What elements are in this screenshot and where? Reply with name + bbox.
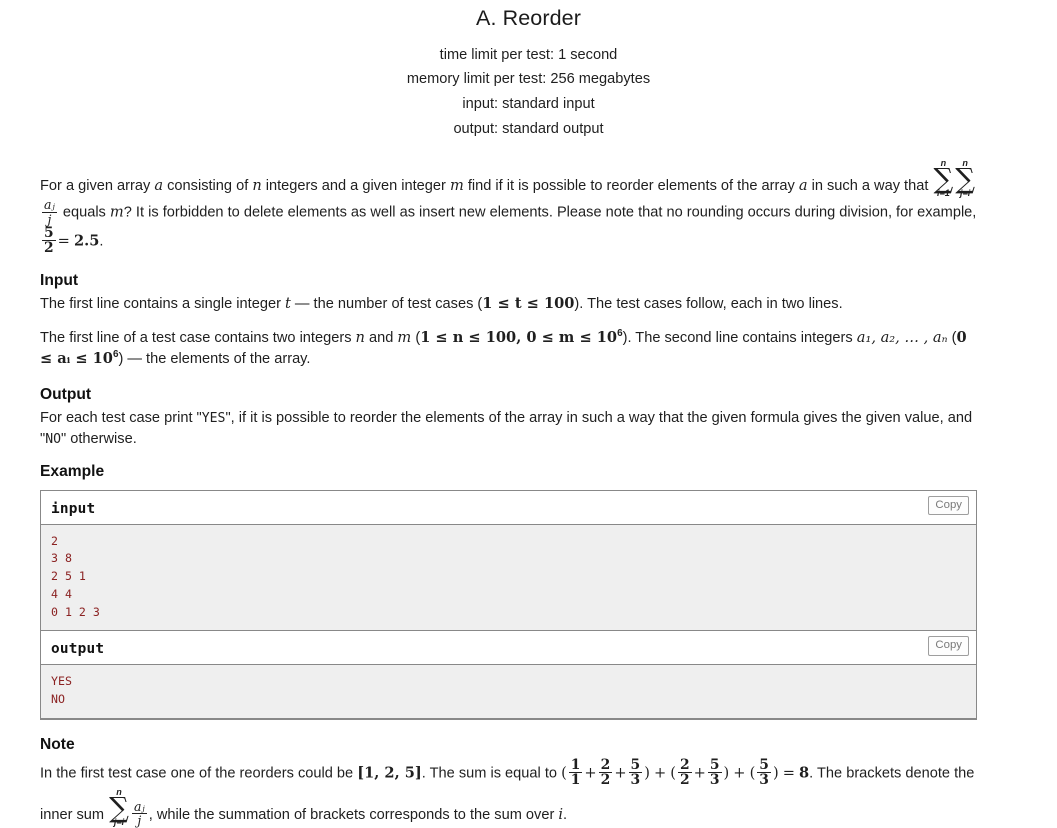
input-heading: Input xyxy=(40,271,79,289)
bracket-open-3: ( xyxy=(749,764,756,782)
output-paragraph: For each test case print "YES", if it is… xyxy=(40,408,977,449)
input-text-1c: ). The test cases follow, each in two li… xyxy=(574,295,843,312)
plus-3: + xyxy=(653,764,667,782)
constraint-t: 1 ≤ t ≤ 100 xyxy=(482,294,575,312)
fraction-5-over-3-a: 53 xyxy=(628,756,643,789)
legend-text-5: in such a way that xyxy=(807,178,933,195)
constraint-comma: , xyxy=(516,328,527,346)
fraction-1-over-1: 11 xyxy=(568,756,583,789)
value-2-5: 2.5 xyxy=(73,232,100,250)
problem-body: For a given array a consisting of n inte… xyxy=(0,159,1057,827)
constraint-m: 0 ≤ m ≤ 10 xyxy=(526,328,618,346)
plus-2: + xyxy=(614,764,627,782)
input-text-2a: The first line of a test case contains t… xyxy=(40,329,356,346)
example-tests: input Copy 2 3 8 2 5 1 4 4 0 1 2 3 outpu… xyxy=(40,489,977,720)
input-text-2b: and xyxy=(364,329,398,346)
output-block-title: output xyxy=(51,641,105,658)
legend-text-1: For a given array xyxy=(40,178,155,195)
memory-limit: memory limit per test: 256 megabytes xyxy=(406,71,651,88)
input-text-1a: The first line contains a single integer xyxy=(40,295,285,312)
plus-5: + xyxy=(733,764,746,782)
legend-period: . xyxy=(99,233,104,250)
fraction-2-over-2-a: 22 xyxy=(598,756,613,789)
note-text-a: In the first test case one of the reorde… xyxy=(40,765,358,782)
literal-no: NO xyxy=(45,431,61,447)
note-paragraph: In the first test case one of the reorde… xyxy=(40,758,977,828)
output-text-a: For each test case print " xyxy=(40,409,202,426)
var-a-2: a xyxy=(798,177,808,195)
var-m-2: m xyxy=(109,204,124,221)
sum-result: 8 xyxy=(799,764,810,782)
input-paragraph-1: The first line contains a single integer… xyxy=(40,294,977,315)
input-paragraph-2: The first line of a test case contains t… xyxy=(40,327,977,370)
constraint-n: 1 ≤ n ≤ 100 xyxy=(420,328,517,346)
bracket-close-3: ) xyxy=(772,764,779,782)
example-input-data: 2 3 8 2 5 1 4 4 0 1 2 3 xyxy=(41,524,976,632)
input-text-2d: ). The second line contains integers xyxy=(622,329,857,346)
bracket-close-2: ) xyxy=(723,764,730,782)
copy-input-button[interactable]: Copy xyxy=(928,495,969,516)
input-text-1b: — the number of test cases ( xyxy=(290,295,483,312)
var-n-2: n xyxy=(355,328,365,346)
note-heading: Note xyxy=(40,735,75,753)
note-text-e: . xyxy=(563,806,568,823)
page-title: A. Reorder xyxy=(476,6,581,30)
note-text-d: , while the summation of brackets corres… xyxy=(148,806,559,823)
fraction-aj-over-j-note: aⱼ j xyxy=(131,799,147,828)
bracket-close-1: ) xyxy=(644,764,650,782)
equals-sign-2: = xyxy=(782,764,795,782)
legend-text-3: integers and a given integer xyxy=(261,178,450,195)
summation-note: n ∑ j=i xyxy=(109,787,129,827)
legend-text-6: equals xyxy=(58,205,110,221)
var-a: a xyxy=(154,177,164,195)
input-text-2f: ) — the elements of the array. xyxy=(118,351,311,368)
output-block-header: output Copy xyxy=(41,631,976,666)
legend-text-7: ? It is forbidden to delete elements as … xyxy=(123,205,977,221)
fraction-5-over-3-b: 53 xyxy=(707,756,722,789)
bracket-open-1: ( xyxy=(561,764,567,782)
literal-yes: YES xyxy=(201,410,226,426)
example-heading: Example xyxy=(40,463,105,481)
output-mode: output: standard output xyxy=(453,120,604,137)
sigma-glyph: ∑ xyxy=(109,791,129,825)
summation-inner: n ∑ j=i xyxy=(955,159,975,198)
reorder-array: [1, 2, 5] xyxy=(357,764,422,782)
fraction-5-over-2: 52 xyxy=(42,224,56,257)
array-elements: a₁, a₂, … , aₙ xyxy=(856,328,948,346)
plus-1: + xyxy=(584,764,597,782)
input-mode: input: standard input xyxy=(462,95,595,112)
copy-output-button[interactable]: Copy xyxy=(928,636,969,657)
equals-sign: = xyxy=(57,232,70,250)
legend-text-2: consisting of xyxy=(163,178,253,195)
var-n: n xyxy=(252,177,262,195)
bracket-open-2: ( xyxy=(670,764,676,782)
output-heading: Output xyxy=(40,385,92,403)
fraction-2-over-2-b: 22 xyxy=(677,756,692,789)
problem-page: A. Reorder time limit per test: 1 second… xyxy=(0,0,1057,827)
summation-outer: n ∑ i=1 xyxy=(933,159,953,198)
legend-text-4: find if it is possible to reorder elemen… xyxy=(463,178,799,195)
output-text-c: " otherwise. xyxy=(61,430,137,447)
var-m: m xyxy=(449,177,464,195)
input-block-title: input xyxy=(51,500,96,517)
fraction-aj-over-j: aⱼ j xyxy=(42,197,57,227)
fraction-5-over-3-c: 53 xyxy=(757,756,771,789)
plus-4: + xyxy=(693,764,706,782)
example-output-data: YES NO xyxy=(41,665,976,718)
note-text-b: . The sum is equal to xyxy=(421,765,562,782)
problem-legend: For a given array a consisting of n inte… xyxy=(40,159,977,257)
problem-header: A. Reorder time limit per test: 1 second… xyxy=(0,0,1057,139)
var-m-3: m xyxy=(397,328,412,346)
input-block-header: input Copy xyxy=(41,490,976,525)
input-text-2c: ( xyxy=(411,329,421,346)
time-limit: time limit per test: 1 second xyxy=(439,46,618,63)
